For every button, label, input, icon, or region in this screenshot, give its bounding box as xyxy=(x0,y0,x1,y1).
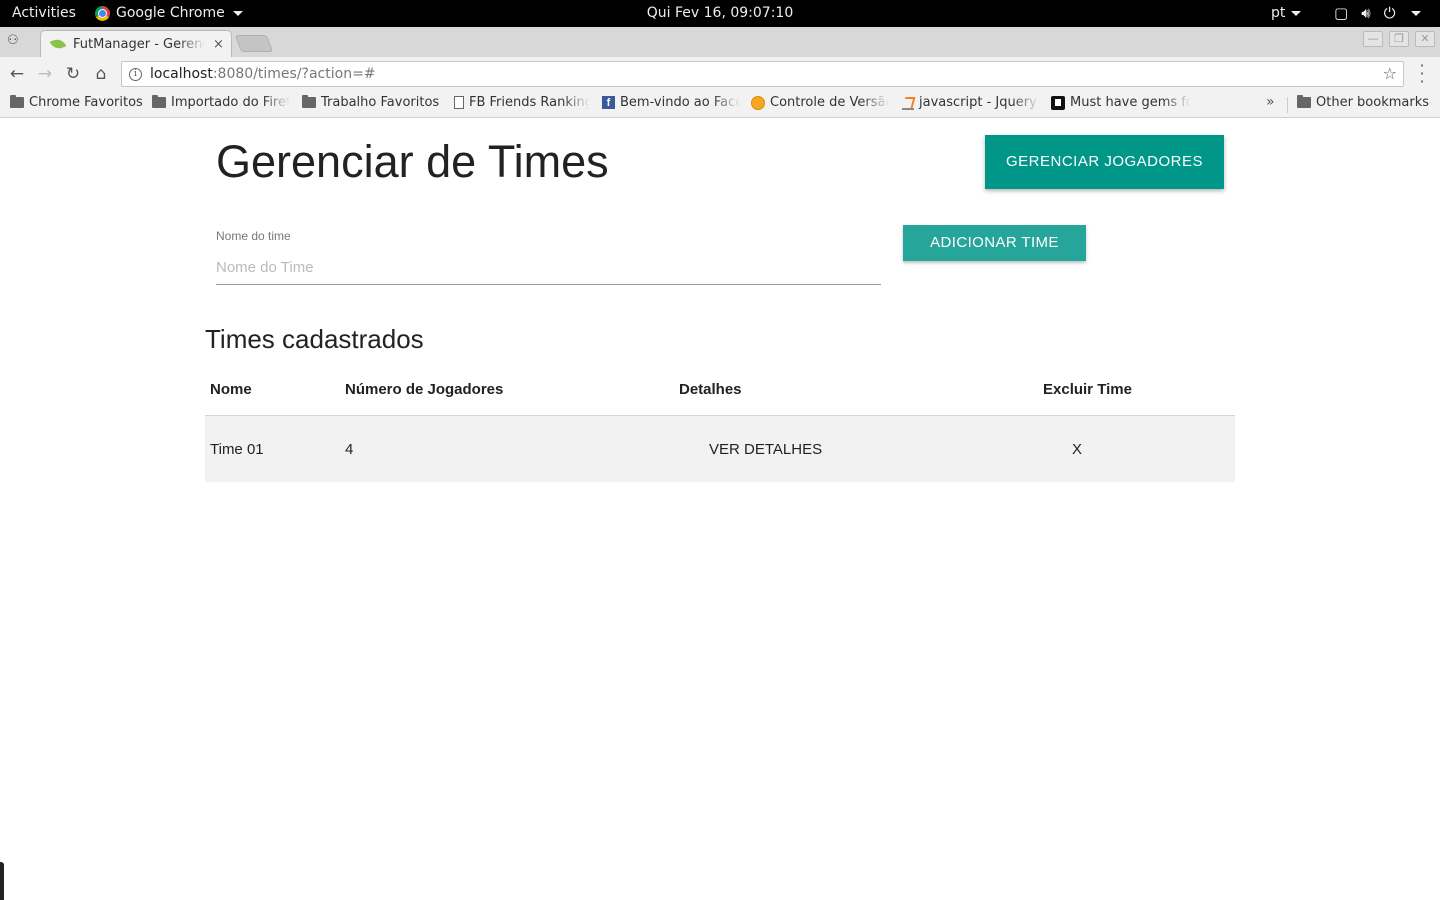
url-host: localhost xyxy=(150,66,213,82)
column-header-delete: Excluir Time xyxy=(1043,381,1132,398)
manage-players-button[interactable]: GERENCIAR JOGADORES xyxy=(985,135,1224,189)
tab-title: FutManager - Gerenciar de Times xyxy=(73,36,205,52)
section-title: Times cadastrados xyxy=(205,324,424,354)
caret-down-icon xyxy=(1410,10,1421,16)
bookmark-label: Bem-vindo ao Facebook xyxy=(620,95,740,110)
bookmark-importado-firefox[interactable]: Importado do Firefox xyxy=(152,95,290,110)
url-path: :8080/times/?action=# xyxy=(212,66,376,82)
bookmark-label: Must have gems for xyxy=(1070,95,1191,110)
folder-icon xyxy=(302,95,316,108)
folder-icon xyxy=(152,95,166,108)
forward-arrow-icon[interactable]: → xyxy=(33,62,57,86)
language-selector[interactable]: pt xyxy=(1271,5,1302,21)
address-bar[interactable]: i localhost:8080/times/?action=# ☆ xyxy=(121,61,1404,87)
bookmark-label: javascript - Jquery xyxy=(919,95,1037,110)
bookmarks-bar: Chrome Favoritos Importado do Firefox Tr… xyxy=(0,91,1440,118)
add-team-button[interactable]: ADICIONAR TIME xyxy=(903,225,1086,261)
column-header-name: Nome xyxy=(210,381,252,398)
bookmark-trabalho-favoritos[interactable]: Trabalho Favoritos xyxy=(302,95,442,110)
power-icon: ⏻ xyxy=(1383,4,1396,22)
bookmark-controle-versao[interactable]: Controle de Versão xyxy=(751,95,889,110)
reload-icon[interactable]: ↻ xyxy=(61,62,85,86)
bookmark-label: Chrome Favoritos xyxy=(29,95,143,110)
stackoverflow-icon xyxy=(902,96,914,110)
column-header-players: Número de Jogadores xyxy=(345,381,504,398)
back-arrow-icon[interactable]: ← xyxy=(5,62,29,86)
activities-button[interactable]: Activities xyxy=(12,5,76,21)
delete-team-button[interactable]: X xyxy=(1072,441,1082,458)
app-menu[interactable]: Google Chrome xyxy=(95,5,243,21)
close-window-button[interactable]: ✕ xyxy=(1415,31,1435,47)
bookmark-label: Other bookmarks xyxy=(1316,95,1430,110)
bookmarks-divider xyxy=(1287,97,1288,113)
bookmark-label: Controle de Versão xyxy=(770,95,889,110)
bookmark-label: Importado do Firefox xyxy=(171,95,290,110)
info-icon[interactable]: i xyxy=(129,67,142,81)
folder-icon xyxy=(1297,95,1311,108)
bookmark-label: FB Friends Ranking xyxy=(469,95,590,110)
window-icon: ▢ xyxy=(1334,4,1349,22)
table-header: Nome Número de Jogadores Detalhes Exclui… xyxy=(205,364,1235,416)
column-header-details: Detalhes xyxy=(679,381,742,398)
bookmark-star-icon[interactable]: ☆ xyxy=(1383,64,1397,83)
system-menu[interactable]: ▢ 🔊︎ ⏻ xyxy=(1334,4,1421,22)
minimize-button[interactable]: — xyxy=(1363,31,1383,47)
page-title: Gerenciar de Times xyxy=(216,136,609,187)
players-count-cell: 4 xyxy=(345,441,354,458)
team-name-input[interactable] xyxy=(216,251,881,285)
bookmark-facebook[interactable]: f Bem-vindo ao Facebook xyxy=(602,95,740,110)
tab-strip: ⚇ FutManager - Gerenciar de Times × — ❐ … xyxy=(0,27,1440,57)
bookmark-javascript-jquery[interactable]: javascript - Jquery xyxy=(902,95,1040,110)
home-icon[interactable]: ⌂ xyxy=(89,62,113,86)
bookmark-other-bookmarks[interactable]: Other bookmarks xyxy=(1297,95,1432,110)
gems-icon xyxy=(1051,95,1065,110)
browser-toolbar: ← → ↻ ⌂ i localhost:8080/times/?action=#… xyxy=(0,57,1440,91)
bookmark-label: Trabalho Favoritos xyxy=(321,95,440,110)
table-row: Time 01 4 VER DETALHES X xyxy=(205,416,1235,482)
teams-table: Nome Número de Jogadores Detalhes Exclui… xyxy=(205,364,1235,482)
leaf-favicon-icon xyxy=(49,36,67,52)
bookmarks-overflow-icon[interactable]: » xyxy=(1266,94,1275,110)
close-tab-icon[interactable]: × xyxy=(213,37,224,52)
bookmark-chrome-favoritos[interactable]: Chrome Favoritos xyxy=(10,95,145,110)
maximize-button[interactable]: ❐ xyxy=(1389,31,1409,47)
tab-futmanager[interactable]: FutManager - Gerenciar de Times × xyxy=(40,30,232,57)
chrome-menu-icon[interactable]: · · · xyxy=(1414,58,1430,90)
volume-icon: 🔊︎ xyxy=(1361,4,1371,22)
tab-search-icon[interactable]: ⚇ xyxy=(7,33,19,48)
new-tab-button[interactable] xyxy=(234,35,274,52)
folder-icon xyxy=(10,95,24,108)
team-name-label: Nome do time xyxy=(216,229,291,243)
page-icon xyxy=(454,96,464,109)
team-name-cell: Time 01 xyxy=(210,441,264,458)
chrome-logo-icon xyxy=(95,5,110,21)
bookmark-fb-friends-ranking[interactable]: FB Friends Ranking xyxy=(454,95,590,110)
page-content: Gerenciar de Times GERENCIAR JOGADORES N… xyxy=(0,118,1440,900)
view-details-button[interactable]: VER DETALHES xyxy=(709,441,822,458)
app-menu-label: Google Chrome xyxy=(116,5,225,21)
caret-down-icon xyxy=(1291,10,1302,16)
caret-down-icon xyxy=(232,10,243,16)
bookmark-must-have-gems[interactable]: Must have gems for xyxy=(1051,95,1191,110)
globe-icon xyxy=(751,95,765,110)
system-top-bar: Activities Google Chrome Qui Fev 16, 09:… xyxy=(0,0,1440,27)
screen-corner-marker xyxy=(0,862,4,900)
facebook-icon: f xyxy=(602,96,615,109)
language-label: pt xyxy=(1271,5,1286,21)
